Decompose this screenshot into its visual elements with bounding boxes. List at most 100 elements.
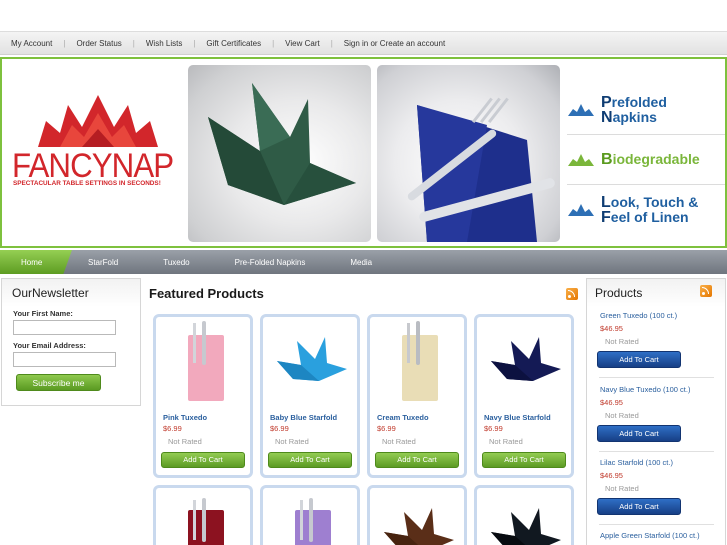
brown-starfold-napkin-icon [384,508,454,545]
product-card [367,485,467,545]
add-to-cart-button[interactable]: Add To Cart [482,452,566,468]
order-status-link[interactable]: Order Status [76,39,121,48]
sidebar-product-rating: Not Rated [605,337,639,346]
separator: | [63,38,66,48]
feature-biodegradable: Biodegradable [567,135,725,185]
add-to-cart-button[interactable]: Add To Cart [597,351,681,368]
feature-text: apkins [612,108,657,125]
newsletter-title: OurNewsletter [2,279,140,307]
rss-icon[interactable] [566,288,578,300]
blue-napkin-photo [377,65,560,242]
cream-tuxedo-napkin-icon [402,321,438,401]
add-to-cart-button[interactable]: Add To Cart [161,452,245,468]
product-card [474,485,574,545]
separator: | [272,38,275,48]
product-price: $6.99 [270,424,289,433]
product-rating: Not Rated [168,437,202,446]
product-name[interactable]: Cream Tuxedo [377,413,429,422]
email-label: Your Email Address: [13,341,86,350]
divider [599,524,714,525]
wish-lists-link[interactable]: Wish Lists [146,39,182,48]
product-card: Baby Blue Starfold $6.99 Not Rated Add T… [260,314,360,478]
product-card: Cream Tuxedo $6.99 Not Rated Add To Cart [367,314,467,478]
hero-banner: FANCYNAP SPECTACULAR TABLE SETTINGS IN S… [0,57,727,248]
product-card: Navy Blue Starfold $6.99 Not Rated Add T… [474,314,574,478]
email-input[interactable] [13,352,116,367]
product-name[interactable]: Pink Tuxedo [163,413,207,422]
featured-products-title: Featured Products [149,286,264,301]
product-rating: Not Rated [489,437,523,446]
sidebar-product-name[interactable]: Navy Blue Tuxedo (100 ct.) [600,385,690,394]
newsletter-box: OurNewsletter Your First Name: Your Emai… [1,278,141,406]
product-card: Pink Tuxedo $6.99 Not Rated Add To Cart [153,314,253,478]
feature-linen: Look, Touch & Feel of Linen [567,185,725,235]
gift-certificates-link[interactable]: Gift Certificates [206,39,261,48]
first-name-label: Your First Name: [13,309,73,318]
account-bar: My Account | Order Status | Wish Lists |… [0,31,727,55]
product-rating: Not Rated [382,437,416,446]
first-name-input[interactable] [13,320,116,335]
product-card [153,485,253,545]
feature-cap: F [601,209,611,226]
add-to-cart-button[interactable]: Add To Cart [597,425,681,442]
product-price: $6.99 [163,424,182,433]
sidebar-product-price: $46.95 [600,471,623,480]
black-starfold-napkin-icon [491,508,561,545]
sidebar-product-name[interactable]: Apple Green Starfold (100 ct.) [600,531,700,540]
baby-blue-starfold-napkin-icon [277,337,347,381]
lilac-tuxedo-napkin-icon [295,498,331,545]
products-sidebar: Products Green Tuxedo (100 ct.) $46.95 N… [586,278,726,545]
product-name[interactable]: Navy Blue Starfold [484,413,551,422]
add-to-cart-button[interactable]: Add To Cart [597,498,681,515]
feature-prefolded: Prefolded Napkins [567,85,725,135]
divider [599,377,714,378]
product-price: $6.99 [377,424,396,433]
subscribe-button[interactable]: Subscribe me [16,374,101,391]
product-name[interactable]: Baby Blue Starfold [270,413,337,422]
feature-text: eel of Linen [610,209,689,225]
sidebar-product-name[interactable]: Lilac Starfold (100 ct.) [600,458,673,467]
product-rating: Not Rated [275,437,309,446]
nav-starfold[interactable]: StarFold [88,258,118,267]
feature-cap: N [601,108,613,126]
fancynap-logo[interactable]: FANCYNAP SPECTACULAR TABLE SETTINGS IN S… [10,91,186,191]
main-nav: Home StarFold Tuxedo Pre-Folded Napkins … [0,250,727,274]
add-to-cart-button[interactable]: Add To Cart [375,452,459,468]
navy-starfold-napkin-icon [491,337,561,381]
sidebar-product-price: $46.95 [600,398,623,407]
sidebar-product-name[interactable]: Green Tuxedo (100 ct.) [600,311,677,320]
green-napkin-photo [188,65,371,242]
burgundy-tuxedo-napkin-icon [188,498,224,545]
green-starfold-napkin-icon [208,83,356,205]
separator: | [193,38,196,48]
add-to-cart-button[interactable]: Add To Cart [268,452,352,468]
sign-in-link[interactable]: Sign in or Create an account [344,39,445,48]
napkin-star-icon [568,103,594,116]
divider [599,451,714,452]
feature-text: iodegradable [612,151,700,167]
logo-tagline: SPECTACULAR TABLE SETTINGS IN SECONDS! [13,180,161,187]
star-napkin-logo-icon [38,95,158,147]
rss-icon[interactable] [700,285,712,297]
napkin-star-icon [568,204,594,216]
my-account-link[interactable]: My Account [11,39,52,48]
feature-list: Prefolded Napkins Biodegradable Look, To… [567,85,725,235]
product-price: $6.99 [484,424,503,433]
feature-cap: B [601,151,613,168]
fork-knife-napkin-icon [407,97,555,242]
separator: | [132,38,135,48]
sidebar-product-price: $46.95 [600,324,623,333]
view-cart-link[interactable]: View Cart [285,39,320,48]
nav-media[interactable]: Media [350,258,372,267]
nav-tuxedo[interactable]: Tuxedo [163,258,189,267]
feature-text: ook, Touch & [610,194,699,210]
nav-prefolded-napkins[interactable]: Pre-Folded Napkins [235,258,306,267]
napkin-star-icon [568,153,594,166]
sidebar-product-rating: Not Rated [605,411,639,420]
product-card [260,485,360,545]
nav-home[interactable]: Home [0,250,72,274]
separator: | [330,38,333,48]
pink-tuxedo-napkin-icon [188,321,224,401]
sidebar-product-rating: Not Rated [605,484,639,493]
feature-text: refolded [611,93,667,110]
